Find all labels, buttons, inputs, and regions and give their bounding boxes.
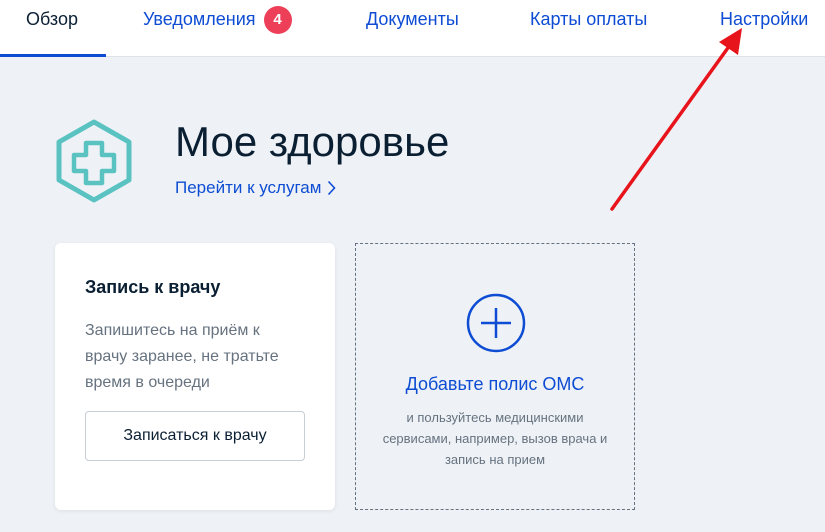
health-cross-icon (55, 118, 133, 204)
tab-payment-cards[interactable]: Карты оплаты (530, 0, 647, 56)
chevron-right-icon (327, 180, 337, 201)
tab-documents[interactable]: Документы (366, 0, 459, 56)
tab-overview-label: Обзор (26, 9, 78, 29)
doctor-card-description: Запишитесь на приём к врачу заранее, не … (85, 322, 279, 391)
go-to-services-label: Перейти к услугам (175, 178, 322, 197)
add-oms-policy-card[interactable]: Добавьте полис ОМС и пользуйтесь медицин… (355, 243, 635, 510)
add-oms-policy-title: Добавьте полис ОМС (405, 374, 585, 394)
tab-settings-label: Настройки (720, 9, 809, 29)
tab-documents-label: Документы (366, 9, 459, 29)
tab-settings[interactable]: Настройки (720, 0, 808, 56)
plus-circle-icon (466, 293, 526, 353)
tab-payment-cards-label: Карты оплаты (530, 9, 648, 29)
tab-notifications[interactable]: Уведомления 4 (143, 0, 292, 56)
page-title: Мое здоровье (175, 118, 450, 165)
add-oms-policy-description: и пользуйтесь медицинскими сервисами, на… (382, 410, 608, 467)
go-to-services-link[interactable]: Перейти к услугам (175, 178, 337, 201)
top-navigation: Обзор Уведомления 4 Документы Карты оплат… (0, 0, 825, 57)
book-doctor-button[interactable]: Записаться к врачу (85, 411, 305, 461)
tab-notifications-label: Уведомления (143, 9, 256, 29)
doctor-card-title: Запись к врачу (85, 277, 221, 297)
doctor-appointment-card: Запись к врачу Запишитесь на приём к вра… (55, 243, 335, 510)
notifications-count-badge: 4 (263, 6, 292, 34)
tab-overview[interactable]: Обзор (0, 0, 106, 57)
